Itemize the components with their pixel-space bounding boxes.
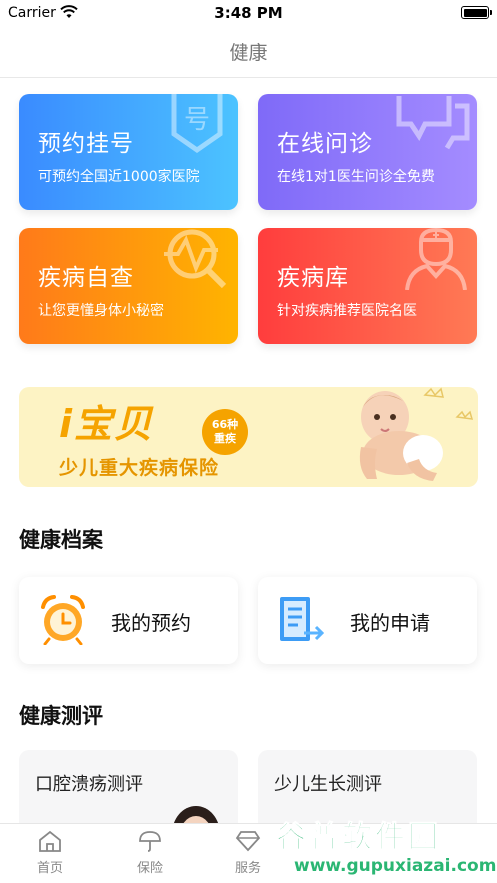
tab-label: 首页 bbox=[36, 861, 63, 876]
tab-service[interactable]: 服务 bbox=[218, 830, 278, 876]
page-title: 健康 bbox=[229, 42, 268, 64]
home-icon bbox=[39, 830, 61, 852]
service-title: 预约挂号 bbox=[38, 131, 134, 157]
service-title: 疾病自查 bbox=[38, 265, 134, 291]
banner-subtitle: 少儿重大疾病保险 bbox=[59, 457, 220, 479]
health-page: Carrier 3:48 PM 健康 号 预约挂号 可预约全国近1000家医院 … bbox=[0, 0, 497, 883]
clock: 3:48 PM bbox=[214, 4, 283, 22]
badge-line: 重疾 bbox=[214, 432, 236, 445]
tab-label: 保险 bbox=[136, 861, 163, 876]
tab-label: 服务 bbox=[234, 861, 261, 876]
baby-illustration bbox=[359, 387, 474, 481]
service-subtitle: 可预约全国近1000家医院 bbox=[38, 169, 200, 185]
service-card-self-check[interactable]: 疾病自查 让您更懂身体小秘密 bbox=[19, 228, 238, 344]
chat-bubbles-icon bbox=[396, 96, 470, 150]
alarm-clock-icon bbox=[41, 595, 85, 645]
battery-icon bbox=[461, 6, 492, 19]
test-label: 口腔溃疡测评 bbox=[35, 774, 143, 795]
section-title-tests: 健康测评 bbox=[19, 704, 103, 728]
banner-badge: 66种 重疾 bbox=[202, 409, 248, 455]
service-subtitle: 让您更懂身体小秘密 bbox=[38, 303, 164, 319]
tab-insurance[interactable]: 保险 bbox=[120, 830, 180, 876]
status-bar: Carrier 3:48 PM bbox=[0, 0, 497, 28]
test-label: 少儿生长测评 bbox=[274, 774, 382, 795]
section-title-records: 健康档案 bbox=[19, 528, 103, 552]
service-subtitle: 在线1对1医生问诊全免费 bbox=[277, 169, 435, 185]
svg-text:号: 号 bbox=[184, 105, 210, 135]
umbrella-icon bbox=[139, 831, 161, 852]
my-appointments-label: 我的预约 bbox=[111, 611, 191, 635]
my-applications-card[interactable]: 我的申请 bbox=[258, 577, 477, 664]
document-export-icon bbox=[280, 597, 325, 641]
service-card-appointment[interactable]: 号 预约挂号 可预约全国近1000家医院 bbox=[19, 94, 238, 210]
service-title: 在线问诊 bbox=[277, 131, 373, 157]
pulse-search-icon bbox=[164, 229, 227, 288]
tab-home[interactable]: 首页 bbox=[20, 830, 80, 876]
watermark: 谷普软件园 www.gupuxiazai.com bbox=[270, 810, 497, 883]
my-appointments-card[interactable]: 我的预约 bbox=[19, 577, 238, 664]
service-card-consult[interactable]: 在线问诊 在线1对1医生问诊全免费 bbox=[258, 94, 477, 210]
watermark-url: www.gupuxiazai.com bbox=[294, 856, 497, 876]
banner-brand: i宝贝 bbox=[59, 402, 155, 446]
badge-line: 66种 bbox=[211, 418, 239, 431]
diamond-icon bbox=[235, 831, 261, 852]
doctor-icon bbox=[405, 228, 467, 290]
hospital-number-icon: 号 bbox=[171, 94, 223, 154]
insurance-banner[interactable]: i宝贝 66种 重疾 少儿重大疾病保险 bbox=[19, 387, 478, 487]
nav-bar: 健康 bbox=[0, 28, 497, 78]
watermark-name: 谷普软件园 bbox=[276, 820, 441, 856]
my-applications-label: 我的申请 bbox=[350, 611, 430, 635]
service-subtitle: 针对疾病推荐医院名医 bbox=[277, 303, 417, 319]
service-title: 疾病库 bbox=[277, 265, 349, 291]
service-card-disease-library[interactable]: 疾病库 针对疾病推荐医院名医 bbox=[258, 228, 477, 344]
